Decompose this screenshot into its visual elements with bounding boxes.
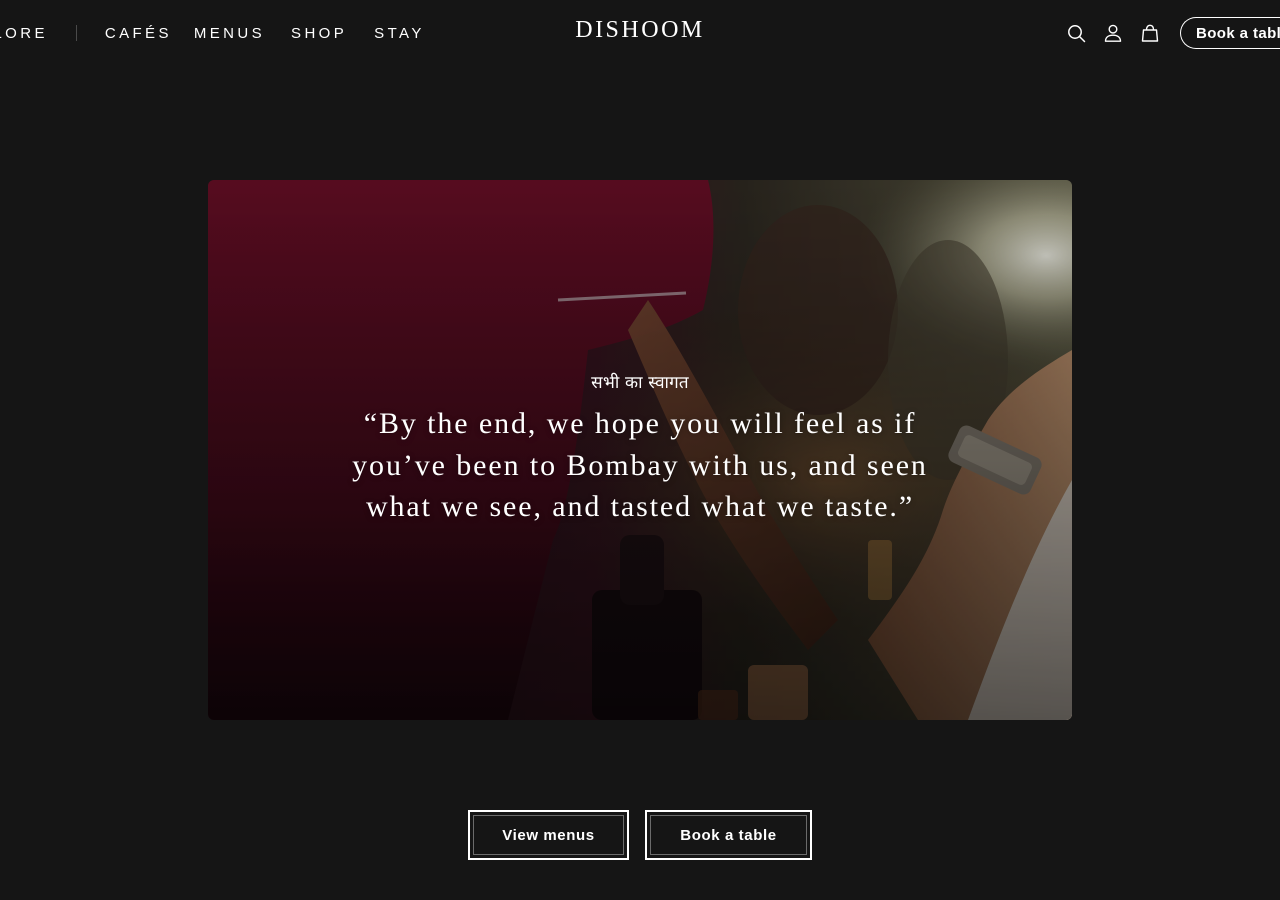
nav-explore-link[interactable]: PLORE (0, 25, 48, 42)
nav-menus-link[interactable]: MENUS (194, 25, 265, 42)
hero-eyebrow-hindi: सभी का स्वागत (591, 373, 689, 393)
site-header: PLORE CAFÉS MENUS SHOP STAY DISHOOM (0, 0, 1280, 66)
cta-row: View menus Book a table (0, 810, 1280, 860)
search-button[interactable] (1066, 23, 1086, 43)
site-logo[interactable]: DISHOOM (575, 17, 705, 43)
nav-divider (75, 25, 77, 41)
view-menus-label: View menus (473, 815, 624, 855)
basket-button[interactable] (1140, 23, 1160, 43)
nav-stay-link[interactable]: STAY (374, 25, 425, 42)
nav-shop-link[interactable]: SHOP (291, 25, 347, 42)
book-table-button[interactable]: Book a table (645, 810, 812, 860)
hero-video: सभी का स्वागत “By the end, we hope you w… (208, 180, 1072, 720)
utility-nav: Book a table (1066, 17, 1280, 49)
nav-cafes-link[interactable]: CAFÉS (105, 25, 172, 42)
primary-nav: PLORE CAFÉS MENUS SHOP STAY (0, 22, 425, 44)
account-button[interactable] (1103, 23, 1123, 43)
header-book-table-button[interactable]: Book a table (1180, 17, 1280, 49)
book-table-label: Book a table (650, 815, 807, 855)
account-icon (1104, 24, 1122, 42)
search-icon (1067, 24, 1085, 42)
hero-quote: “By the end, we hope you will feel as if… (352, 407, 928, 523)
basket-icon (1141, 24, 1159, 42)
view-menus-button[interactable]: View menus (468, 810, 629, 860)
hero-text-block: सभी का स्वागत “By the end, we hope you w… (208, 370, 1072, 528)
